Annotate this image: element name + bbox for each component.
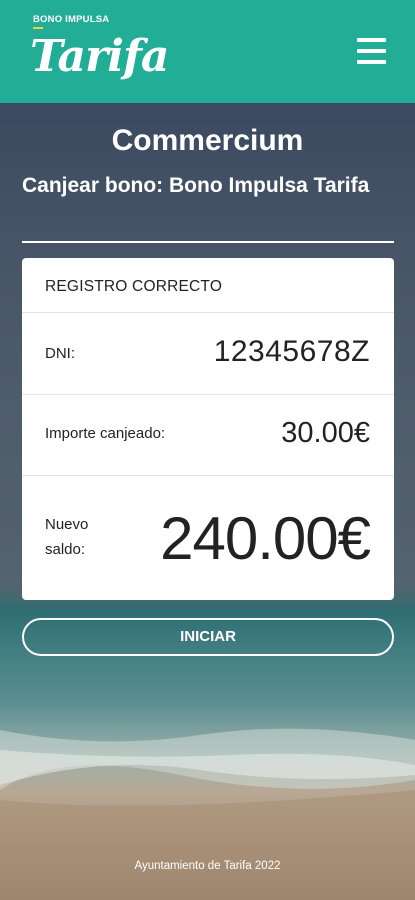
logo-accent-line <box>33 27 43 29</box>
app-header: BONO IMPULSA Tarifa <box>0 0 415 103</box>
logo-text: Tarifa <box>30 31 169 82</box>
saldo-label: Nuevo saldo: <box>45 516 89 558</box>
status-row: REGISTRO CORRECTO <box>22 258 394 313</box>
result-card: REGISTRO CORRECTO DNI: 12345678Z Importe… <box>22 258 394 600</box>
page-title: Commercium <box>111 124 304 157</box>
importe-value: 30.00€ <box>281 417 370 449</box>
footer-text: Ayuntamiento de Tarifa 2022 <box>134 860 281 872</box>
iniciar-button[interactable]: INICIAR <box>22 618 394 656</box>
logo-top-text: BONO IMPULSA <box>33 14 110 25</box>
hamburger-menu-icon[interactable] <box>357 38 386 64</box>
dni-row: DNI: 12345678Z <box>22 313 394 395</box>
status-label: REGISTRO CORRECTO <box>45 278 223 295</box>
saldo-value: 240.00€ <box>160 505 371 572</box>
dni-label: DNI: <box>45 345 75 362</box>
importe-row: Importe canjeado: 30.00€ <box>22 395 394 476</box>
saldo-row: Nuevo saldo: 240.00€ <box>22 476 394 600</box>
page-subtitle: Canjear bono: Bono Impulsa Tarifa <box>22 174 370 197</box>
divider <box>22 241 394 243</box>
importe-label: Importe canjeado: <box>45 425 166 442</box>
dni-value: 12345678Z <box>213 335 370 368</box>
